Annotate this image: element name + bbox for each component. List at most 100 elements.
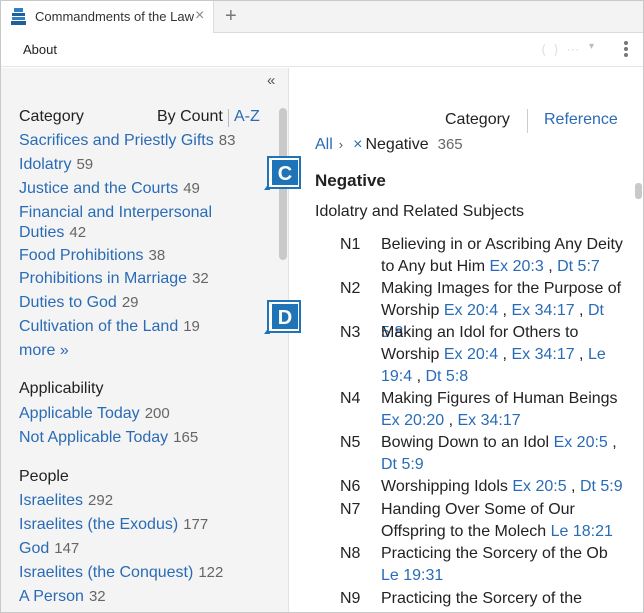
scripture-ref-link[interactable]: Le 18:21 bbox=[551, 523, 613, 540]
chevron-down-icon[interactable]: ▾ bbox=[589, 41, 594, 52]
commandment-text-block: Bowing Down to an Idol Ex 20:5 , Dt 5:9 bbox=[381, 434, 617, 473]
tab-bar: Commandments of the Law × + bbox=[1, 1, 643, 33]
scripture-ref-link[interactable]: Le 19:31 bbox=[381, 567, 443, 584]
commandment-row: N6 Worshipping Idols Ex 20:5 , Dt 5:9 bbox=[340, 476, 630, 498]
menu-bar: About ⟨ ⟩ ⋯ ▾ bbox=[1, 33, 643, 67]
commandment-row: N4 Making Figures of Human Beings Ex 20:2… bbox=[340, 388, 630, 432]
callout-d-label: D bbox=[278, 307, 292, 329]
people-item[interactable]: A Person 32 bbox=[19, 587, 274, 607]
scripture-ref-link[interactable]: Ex 20:5 bbox=[554, 434, 608, 451]
commandment-text-block: Believing in or Ascribing Any Deity to A… bbox=[381, 236, 623, 275]
commandment-number: N3 bbox=[340, 324, 361, 341]
more-categories-link[interactable]: more » bbox=[19, 342, 69, 360]
tab-reference[interactable]: Reference bbox=[544, 111, 618, 129]
sort-by-count[interactable]: By Count bbox=[157, 108, 223, 126]
toolbar-faded-icons: ⟨ ⟩ ⋯ bbox=[541, 42, 582, 57]
new-tab-button[interactable]: + bbox=[225, 4, 237, 28]
filter-count: 365 bbox=[437, 136, 463, 153]
app-window: Commandments of the Law × + About ⟨ ⟩ ⋯ … bbox=[0, 0, 644, 613]
sort-a-z[interactable]: A-Z bbox=[234, 108, 260, 126]
commandment-row: N9 Practicing the Sorcery of the bbox=[340, 588, 630, 610]
scripture-ref-link[interactable]: Ex 34:17 bbox=[511, 302, 574, 319]
people-item[interactable]: God 147 bbox=[19, 539, 274, 559]
breadcrumb: All › × Negative 365 bbox=[315, 136, 463, 154]
callout-c-badge: C bbox=[264, 156, 301, 190]
category-item[interactable]: Sacrifices and Priestly Gifts 83 bbox=[19, 131, 274, 151]
people-heading: People bbox=[19, 468, 69, 485]
commandment-text-block: Handing Over Some of Our Offspring to th… bbox=[381, 499, 630, 543]
category-item[interactable]: Duties to God 29 bbox=[19, 293, 274, 313]
collapse-panel-button[interactable]: « bbox=[267, 72, 275, 89]
applicability-item[interactable]: Not Applicable Today 165 bbox=[19, 428, 274, 448]
chevron-right-icon: › bbox=[338, 137, 344, 152]
commandment-title: Worshipping Idols bbox=[381, 478, 508, 495]
callout-d-badge: D bbox=[264, 300, 301, 334]
about-menu[interactable]: About bbox=[23, 42, 57, 57]
scripture-ref-link[interactable]: Ex 34:17 bbox=[458, 412, 521, 429]
category-heading: Category bbox=[19, 108, 84, 125]
callout-c-label: C bbox=[278, 163, 292, 185]
applicability-item[interactable]: Applicable Today 200 bbox=[19, 404, 274, 424]
people-item[interactable]: Israelites (the Conquest) 122 bbox=[19, 563, 274, 583]
commandment-row: N8 Practicing the Sorcery of the Ob Le 19… bbox=[340, 543, 630, 587]
commandment-number: N1 bbox=[340, 236, 361, 253]
commandment-number: N7 bbox=[340, 501, 361, 518]
commandment-text-block: Making an Idol for Others to Worship Ex … bbox=[381, 324, 606, 385]
commandment-title: Making Images for the Purpose of Worship bbox=[381, 280, 622, 319]
commandment-title: Handing Over Some of Our Offspring to th… bbox=[381, 501, 575, 540]
commandment-number: N9 bbox=[340, 590, 361, 607]
commandment-title: Practicing the Sorcery of the Ob bbox=[381, 545, 608, 562]
category-item[interactable]: Financial and Interpersonal Duties 42 bbox=[19, 203, 229, 243]
results-scrollbar[interactable] bbox=[635, 183, 642, 199]
book-stack-icon bbox=[11, 8, 26, 25]
commandment-number: N6 bbox=[340, 478, 361, 495]
scripture-ref-link[interactable]: Ex 20:20 bbox=[381, 412, 444, 429]
active-filter: Negative bbox=[365, 136, 429, 153]
results-panel: Category Reference All › × Negative 365 Nega… bbox=[290, 68, 643, 612]
applicability-heading: Applicability bbox=[19, 380, 104, 397]
category-item[interactable]: Prohibitions in Marriage 32 bbox=[19, 269, 274, 289]
commandment-text-block: Worshipping Idols Ex 20:5 , Dt 5:9 bbox=[381, 478, 623, 495]
facet-sidebar: « Category By Count A-Z Sacrifices and P… bbox=[1, 68, 289, 612]
close-icon[interactable]: × bbox=[195, 7, 204, 25]
scripture-ref-link[interactable]: Ex 34:17 bbox=[511, 346, 574, 363]
more-vertical-icon[interactable] bbox=[623, 41, 629, 59]
commandment-row: N3 Making an Idol for Others to Worship E… bbox=[340, 322, 630, 388]
tab-commandments[interactable]: Commandments of the Law × bbox=[1, 1, 214, 33]
section-subheading: Idolatry and Related Subjects bbox=[315, 203, 525, 220]
breadcrumb-all[interactable]: All bbox=[315, 136, 333, 153]
category-item[interactable]: Cultivation of the Land 19 bbox=[19, 317, 274, 337]
commandment-text-block: Making Figures of Human Beings Ex 20:20 … bbox=[381, 390, 618, 429]
scripture-ref-link[interactable]: Ex 20:5 bbox=[512, 478, 566, 495]
commandment-row: N1 Believing in or Ascribing Any Deity to… bbox=[340, 234, 630, 278]
commandment-row: N7 Handing Over Some of Our Offspring to … bbox=[340, 499, 630, 543]
sort-divider bbox=[228, 109, 229, 127]
tab-category[interactable]: Category bbox=[445, 111, 510, 129]
commandment-text-block: Practicing the Sorcery of the bbox=[381, 588, 630, 610]
commandment-title: Practicing the Sorcery of the bbox=[381, 590, 582, 607]
commandment-number: N5 bbox=[340, 434, 361, 451]
category-item[interactable]: Idolatry 59 bbox=[19, 155, 274, 175]
commandment-title: Bowing Down to an Idol bbox=[381, 434, 550, 451]
scripture-ref-link[interactable]: Ex 20:3 bbox=[490, 258, 544, 275]
commandment-number: N8 bbox=[340, 545, 361, 562]
commandment-number: N4 bbox=[340, 390, 361, 407]
scripture-ref-link[interactable]: Ex 20:4 bbox=[444, 346, 498, 363]
people-item[interactable]: Israelites (the Exodus) 177 bbox=[19, 515, 274, 535]
scripture-ref-link[interactable]: Dt 5:9 bbox=[580, 478, 623, 495]
view-tab-divider bbox=[527, 109, 528, 133]
scripture-ref-link[interactable]: Ex 20:4 bbox=[444, 302, 498, 319]
tab-title: Commandments of the Law bbox=[35, 9, 194, 24]
category-item[interactable]: Food Prohibitions 38 bbox=[19, 246, 274, 266]
commandment-title: Making Figures of Human Beings bbox=[381, 390, 618, 407]
remove-filter-icon[interactable]: × bbox=[353, 136, 362, 153]
scripture-ref-link[interactable]: Dt 5:7 bbox=[557, 258, 600, 275]
people-item[interactable]: Israelites 292 bbox=[19, 491, 274, 511]
scripture-ref-link[interactable]: Dt 5:9 bbox=[381, 456, 424, 473]
category-item[interactable]: Justice and the Courts 49 bbox=[19, 179, 274, 199]
scripture-ref-link[interactable]: Dt 5:8 bbox=[425, 368, 468, 385]
commandment-text-block: Practicing the Sorcery of the Ob Le 19:3… bbox=[381, 543, 630, 587]
commandment-number: N2 bbox=[340, 280, 361, 297]
commandment-row: N5 Bowing Down to an Idol Ex 20:5 , Dt 5:… bbox=[340, 432, 630, 476]
section-heading: Negative bbox=[315, 171, 386, 190]
